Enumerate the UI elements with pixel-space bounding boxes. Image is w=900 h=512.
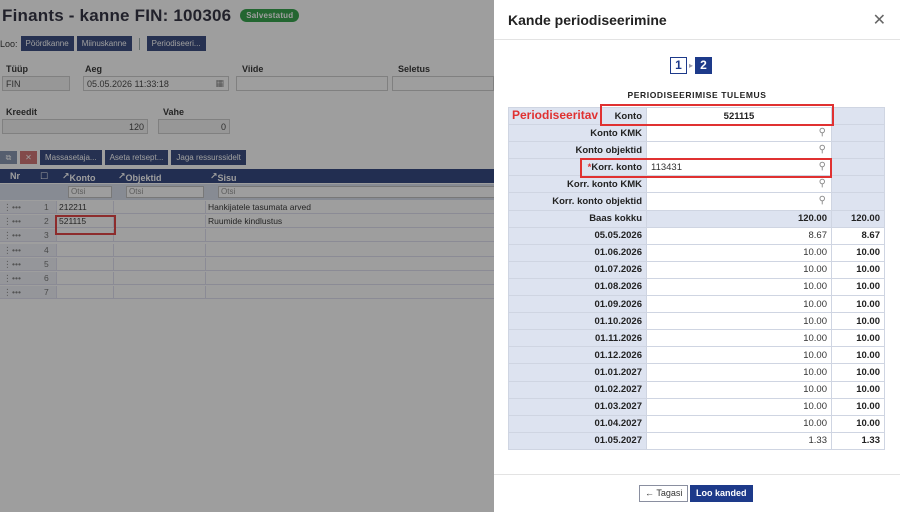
period-date: 05.05.2026 [508,226,647,245]
period-date: 01.02.2027 [508,380,647,399]
period-row: 05.05.2026 8.67 8.67 [508,226,885,245]
modal-footer: ← Tagasi Loo kanded [494,474,900,512]
empty-cell [831,158,885,177]
period-date: 01.05.2027 [508,431,647,450]
empty-cell [831,106,885,126]
baas-label: Baas kokku [508,209,647,228]
period-total: 10.00 [831,243,885,262]
period-total: 10.00 [831,312,885,331]
korr-konto-kmk-row: Korr. konto KMK ⚲ [508,175,885,194]
period-total: 10.00 [831,260,885,279]
period-value: 10.00 [646,243,832,262]
empty-cell [831,141,885,160]
period-total: 10.00 [831,397,885,416]
periodization-modal: Kande periodiseerimine ✕ 1 ▸ 2 PERIODISE… [494,0,900,512]
period-date: 01.01.2027 [508,363,647,382]
period-value: 10.00 [646,346,832,365]
empty-cell [831,192,885,211]
konto-kmk-row: Konto KMK ⚲ [508,124,885,143]
period-row: 01.06.2026 10.00 10.00 [508,243,885,262]
period-date: 01.09.2026 [508,295,647,314]
konto-objektid-row: Konto objektid ⚲ [508,141,885,160]
period-value: 10.00 [646,380,832,399]
step-1[interactable]: 1 [670,57,687,74]
period-row: 01.10.2026 10.00 10.00 [508,312,885,331]
period-value: 10.00 [646,295,832,314]
period-total: 1.33 [831,431,885,450]
search-icon[interactable]: ⚲ [819,144,826,155]
back-button[interactable]: ← Tagasi [639,485,689,502]
period-total: 8.67 [831,226,885,245]
period-row: 01.05.2027 1.33 1.33 [508,431,885,450]
search-icon[interactable]: ⚲ [819,127,826,138]
period-row: 01.07.2026 10.00 10.00 [508,260,885,279]
period-date: 01.06.2026 [508,243,647,262]
period-date: 01.10.2026 [508,312,647,331]
period-value: 10.00 [646,414,832,433]
konto-kmk-label: Konto KMK [508,124,647,143]
period-date: 01.11.2026 [508,329,647,348]
period-row: 01.01.2027 10.00 10.00 [508,363,885,382]
korr-konto-objektid-row: Korr. konto objektid ⚲ [508,192,885,211]
empty-cell [831,175,885,194]
search-icon[interactable]: ⚲ [819,178,826,189]
baas-total: 120.00 [831,209,885,228]
period-value: 10.00 [646,277,832,297]
konto-objektid-input[interactable]: ⚲ [646,141,832,160]
period-date: 01.03.2027 [508,397,647,416]
period-value: 1.33 [646,431,832,450]
highlight-konto-row [600,104,834,126]
result-title: PERIODISEERIMISE TULEMUS [627,90,767,100]
konto-objektid-label: Konto objektid [508,141,647,160]
period-total: 10.00 [831,329,885,348]
modal-title: Kande periodiseerimine [508,12,667,28]
period-date: 01.12.2026 [508,346,647,365]
highlight-korr-konto-row [580,158,832,178]
korr-konto-objektid-label: Korr. konto objektid [508,192,647,211]
period-total: 10.00 [831,414,885,433]
create-entries-button[interactable]: Loo kanded [690,485,753,502]
period-row: 01.04.2027 10.00 10.00 [508,414,885,433]
baas-row: Baas kokku 120.00 120.00 [508,209,885,228]
close-icon[interactable]: ✕ [873,10,886,30]
period-total: 10.00 [831,277,885,297]
period-date: 01.08.2026 [508,277,647,297]
period-total: 10.00 [831,363,885,382]
baas-value: 120.00 [646,209,832,228]
periodiseeritav-label: Periodiseeritav [512,108,599,122]
period-value: 10.00 [646,260,832,279]
empty-cell [831,124,885,143]
step-arrow-icon: ▸ [689,61,694,70]
search-icon[interactable]: ⚲ [819,195,826,206]
period-value: 10.00 [646,397,832,416]
period-date: 01.07.2026 [508,260,647,279]
period-row: 01.12.2026 10.00 10.00 [508,346,885,365]
period-date: 01.04.2027 [508,414,647,433]
period-value: 8.67 [646,226,832,245]
korr-konto-objektid-input[interactable]: ⚲ [646,192,832,211]
period-value: 10.00 [646,329,832,348]
konto-kmk-input[interactable]: ⚲ [646,124,832,143]
period-row: 01.09.2026 10.00 10.00 [508,295,885,314]
period-value: 10.00 [646,363,832,382]
period-total: 10.00 [831,346,885,365]
korr-konto-kmk-label: Korr. konto KMK [508,175,647,194]
modal-header: Kande periodiseerimine ✕ [494,0,900,40]
period-row: 01.02.2027 10.00 10.00 [508,380,885,399]
step-2[interactable]: 2 [695,57,713,74]
wizard-steps: 1 ▸ 2 [670,57,713,74]
period-value: 10.00 [646,312,832,331]
period-total: 10.00 [831,380,885,399]
period-row: 01.11.2026 10.00 10.00 [508,329,885,348]
period-row: 01.03.2027 10.00 10.00 [508,397,885,416]
korr-konto-kmk-input[interactable]: ⚲ [646,175,832,194]
period-row: 01.08.2026 10.00 10.00 [508,277,885,297]
period-total: 10.00 [831,295,885,314]
